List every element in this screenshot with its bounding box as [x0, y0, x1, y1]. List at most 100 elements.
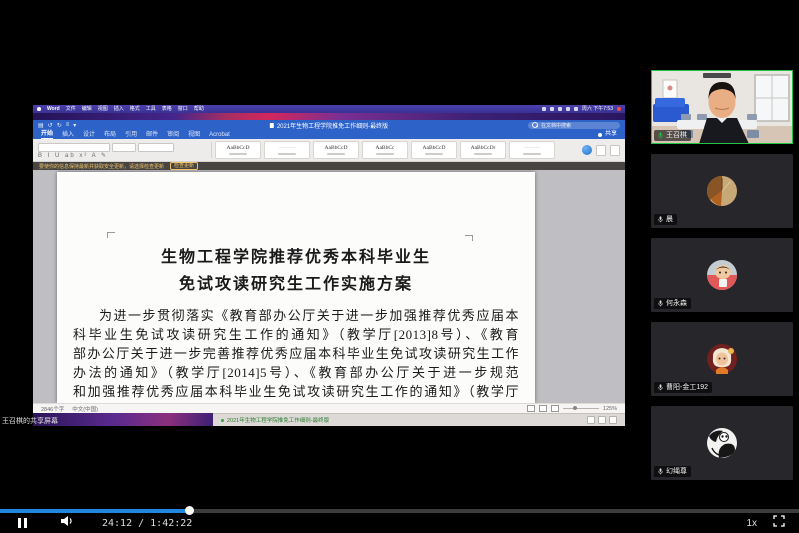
mac-menubar: Word 文件 编辑 视图 插入 格式 工具 表格 窗口 帮助 周六 下午7:5…: [33, 105, 625, 113]
playback-speed-button[interactable]: 1x: [746, 518, 757, 529]
menubar-clock[interactable]: 周六 下午7:53: [582, 105, 613, 113]
menu-window[interactable]: 窗口: [178, 105, 188, 113]
editor-icon[interactable]: [610, 145, 620, 156]
font-group: B I U ab x² A ✎: [38, 142, 208, 159]
tab-view[interactable]: 视图: [188, 131, 200, 139]
ribbon-divider: [211, 142, 212, 158]
mic-icon: [658, 300, 663, 307]
doc-line: 为进一步贯彻落实《教育部办公厅关于进一步加强推荐优秀应届本: [73, 306, 519, 325]
control-center-icon[interactable]: [574, 107, 578, 111]
file-status-dot-icon: [221, 419, 224, 422]
menu-insert[interactable]: 插入: [114, 105, 124, 113]
tab-home[interactable]: 开始: [41, 130, 53, 139]
menu-edit[interactable]: 编辑: [82, 105, 92, 113]
font-style-buttons[interactable]: B I U ab x² A ✎: [38, 152, 108, 159]
web-layout-icon[interactable]: [551, 405, 559, 412]
menu-table[interactable]: 表格: [162, 105, 172, 113]
mic-icon: [658, 216, 663, 223]
quick-access-toolbar: ▤ ↺ ↻ ≡ ▾: [38, 122, 76, 129]
tab-mailings[interactable]: 邮件: [146, 131, 158, 139]
style-chip[interactable]: ———: [264, 141, 310, 159]
menu-view[interactable]: 视图: [98, 105, 108, 113]
volume-icon[interactable]: [61, 514, 74, 532]
document-area: 生物工程学院推荐优秀本科毕业生 免试攻读研究生工作实施方案 为进一步贯彻落实《教…: [33, 170, 625, 403]
undo-icon[interactable]: ↺: [48, 122, 53, 129]
word-doc-icon: [270, 123, 274, 128]
menu-help[interactable]: 帮助: [194, 105, 204, 113]
zoom-slider[interactable]: [563, 408, 599, 409]
participant-tile[interactable]: 晨: [651, 154, 793, 228]
print-icon[interactable]: ≡: [66, 122, 70, 129]
document-search-box[interactable]: 在文档中搜索: [528, 122, 620, 129]
doc-line: 和加强推荐优秀应届本科毕业生免试攻读研究生工作的通知》（教学厅: [73, 382, 519, 401]
language-status[interactable]: 中文(中国): [72, 405, 98, 413]
background-window-bar[interactable]: 2021年生物工程学院推免工作细则-最终版: [213, 413, 625, 426]
participant-tile[interactable]: 曹阳-金工192: [651, 322, 793, 396]
desktop-wallpaper-bottom: [33, 413, 213, 426]
check-updates-button[interactable]: 检查更新: [170, 162, 198, 170]
avatar: [707, 344, 737, 374]
style-chip[interactable]: AaBbCc: [362, 141, 408, 159]
tab-acrobat[interactable]: Acrobat: [209, 131, 230, 139]
style-chip[interactable]: AaBbCcD: [313, 141, 359, 159]
tab-layout[interactable]: 布局: [104, 131, 116, 139]
participant-tile[interactable]: 何永森: [651, 238, 793, 312]
tab-references[interactable]: 引用: [125, 131, 137, 139]
pause-button[interactable]: [18, 518, 27, 528]
sensitivity-icon[interactable]: [596, 145, 606, 156]
background-window-strip: 2021年生物工程学院推免工作细则-最终版: [33, 413, 625, 426]
save-icon[interactable]: ▤: [38, 122, 44, 129]
doc-line: 科毕业生免试攻读研究生工作的通知》（教学厅[2013]8号）、《教育: [73, 325, 519, 344]
document-page[interactable]: 生物工程学院推荐优秀本科毕业生 免试攻读研究生工作实施方案 为进一步贯彻落实《教…: [57, 172, 535, 403]
print-layout-icon[interactable]: [539, 405, 547, 412]
participant-tile-video[interactable]: 王召棋: [651, 70, 793, 144]
participant-name-tag: 何永森: [654, 298, 691, 309]
share-source-label: 王召棋的共享屏幕: [2, 416, 58, 426]
style-chip[interactable]: ———: [509, 141, 555, 159]
more-commands-icon[interactable]: ▾: [73, 122, 76, 129]
tab-review[interactable]: 审阅: [167, 131, 179, 139]
apple-icon[interactable]: [37, 107, 41, 111]
font-name-select[interactable]: [38, 143, 110, 152]
wifi-icon[interactable]: [558, 107, 562, 111]
tab-design[interactable]: 设计: [83, 131, 95, 139]
redo-icon[interactable]: ↻: [57, 122, 62, 129]
share-button[interactable]: 共享: [598, 130, 617, 139]
search-icon[interactable]: [566, 107, 570, 111]
style-chip[interactable]: AaBbCcD: [411, 141, 457, 159]
share-person-icon: [598, 133, 602, 137]
doc-line: 办法的通知》（教学厅[2014]5号）、《教育部办公厅关于进一步规范: [73, 363, 519, 382]
tab-insert[interactable]: 插入: [62, 131, 74, 139]
window-tool-icon[interactable]: [598, 416, 606, 424]
recording-dot-icon: [617, 107, 621, 111]
menubar-app-name[interactable]: Word: [47, 105, 60, 113]
window-tool-icon[interactable]: [587, 416, 595, 424]
participant-name-tag: 曹阳-金工192: [654, 382, 712, 393]
word-count[interactable]: 2846个字: [41, 405, 64, 413]
status-icon[interactable]: [542, 107, 546, 111]
style-chip[interactable]: AaBbCcD: [215, 141, 261, 159]
update-notice-bar: 要使你的信息保持最新并获取安全更新，请选择检查更新 检查更新: [33, 162, 625, 170]
notice-text: 要使你的信息保持最新并获取安全更新，请选择检查更新: [39, 163, 164, 170]
fullscreen-button[interactable]: [773, 514, 785, 532]
mic-on-icon: [658, 132, 663, 139]
style-chip[interactable]: AaBbCcDr: [460, 141, 506, 159]
avatar: [707, 428, 737, 458]
magnifier-icon: [532, 122, 538, 128]
participant-tile[interactable]: 幻绳尊: [651, 406, 793, 480]
word-statusbar: 2846个字 中文(中国) 125%: [33, 403, 625, 413]
time-display: 24:12 / 1:42:22: [102, 518, 192, 529]
search-placeholder: 在文档中搜索: [541, 122, 571, 129]
menu-file[interactable]: 文件: [66, 105, 76, 113]
ribbon-home: B I U ab x² A ✎ AaBbCcD ——— AaBbCcD AaBb…: [33, 139, 625, 162]
window-tool-icon[interactable]: [609, 416, 617, 424]
read-mode-icon[interactable]: [527, 405, 535, 412]
word-titlebar: ▤ ↺ ↻ ≡ ▾ 2021年生物工程学院推免工作细则-最终版 在文档中搜索: [33, 120, 625, 130]
font-size-select[interactable]: [112, 143, 136, 152]
menu-format[interactable]: 格式: [130, 105, 140, 113]
dictate-icon[interactable]: [582, 145, 592, 155]
menu-tools[interactable]: 工具: [146, 105, 156, 113]
zoom-level[interactable]: 125%: [603, 406, 617, 412]
change-case-button[interactable]: [138, 143, 174, 152]
battery-icon[interactable]: [550, 107, 554, 111]
